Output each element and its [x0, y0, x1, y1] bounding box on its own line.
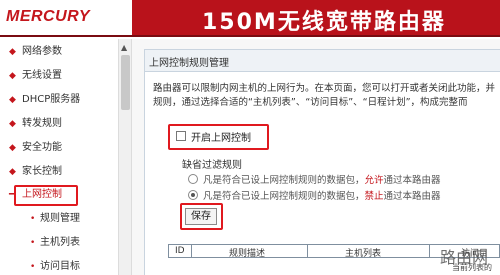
bullet-icon: • — [30, 262, 36, 272]
panel-header: 上网控制规则管理 — [145, 50, 500, 72]
bullet-icon: ◆ — [9, 95, 16, 105]
enable-checkbox-label: 开启上网控制 — [191, 133, 251, 144]
table-header-id: ID — [175, 246, 185, 256]
table-header-hosts: 主机列表 — [345, 249, 382, 259]
sidebar-subitem-hosts[interactable]: • 主机列表 — [30, 234, 80, 252]
sidebar-scrollbar[interactable]: ▲ — [118, 39, 132, 275]
bullet-icon: ◆ — [9, 47, 16, 57]
bullet-icon: ◆ — [9, 143, 16, 153]
brand-logo: MERCURY — [6, 8, 91, 25]
description-line-1: 路由器可以限制内网主机的上网行为。在本页面，您可以打开或者关闭此功能，并 — [153, 83, 496, 94]
scroll-thumb[interactable] — [121, 55, 130, 110]
description-line-2: 规则，通过选择合适的“主机列表”、“访问目标”、“日程计划”，构成完整而 — [153, 97, 468, 108]
bullet-icon: • — [30, 238, 36, 248]
sidebar-menu: ◆ 网络参数 ◆ 无线设置 ◆ DHCP服务器 ◆ 转发规则 ◆ 安全功能 ◆ 家长控制 ━… — [0, 39, 118, 275]
highlight-box — [14, 185, 78, 206]
product-title: 150M无线宽带路由器 — [202, 10, 446, 35]
sidebar-item-security[interactable]: ◆ 安全功能 — [9, 139, 62, 157]
bullet-icon: ◆ — [9, 167, 16, 177]
bullet-icon: ◆ — [9, 71, 16, 81]
column-divider — [307, 245, 308, 257]
enable-checkbox[interactable] — [176, 131, 186, 141]
sidebar-item-forwarding[interactable]: ◆ 转发规则 — [9, 115, 62, 133]
bullet-icon: • — [30, 214, 36, 224]
sidebar-item-dhcp[interactable]: ◆ DHCP服务器 — [9, 91, 80, 109]
save-button[interactable]: 保存 — [185, 208, 217, 225]
default-rule-label: 缺省过滤规则 — [182, 160, 242, 171]
watermark-subtext: 当前列表的 — [452, 263, 492, 272]
deny-radio[interactable] — [188, 190, 198, 200]
column-divider — [429, 245, 430, 257]
sidebar-item-parental[interactable]: ◆ 家长控制 — [9, 163, 62, 181]
scroll-up-icon[interactable]: ▲ — [121, 43, 127, 52]
column-divider — [191, 245, 192, 257]
allow-radio-label: 凡是符合已设上网控制规则的数据包，允许通过本路由器 — [203, 175, 441, 186]
panel-title: 上网控制规则管理 — [149, 58, 229, 69]
table-header-description: 规则描述 — [229, 249, 266, 259]
sidebar-item-network[interactable]: ◆ 网络参数 — [9, 43, 62, 61]
sidebar-subitem-targets[interactable]: • 访问目标 — [30, 258, 80, 275]
bullet-icon: ◆ — [9, 119, 16, 129]
sidebar-subitem-rules[interactable]: • 规则管理 — [30, 210, 80, 228]
sidebar-item-wireless[interactable]: ◆ 无线设置 — [9, 67, 62, 85]
deny-radio-label: 凡是符合已设上网控制规则的数据包，禁止通过本路由器 — [203, 191, 441, 202]
allow-radio[interactable] — [188, 174, 198, 184]
logo-box: MERCURY — [0, 0, 132, 37]
